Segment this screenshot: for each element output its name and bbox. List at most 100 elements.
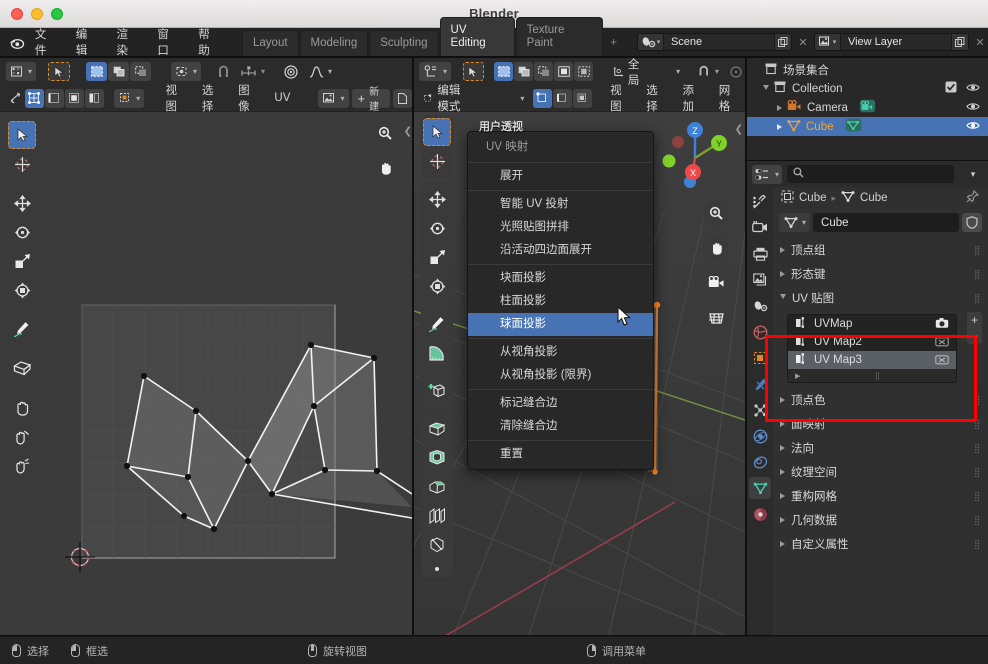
menu-file[interactable]: 文件	[26, 23, 67, 61]
panel-vertex-colors[interactable]: 顶点色 ⣿	[773, 387, 988, 411]
uv-sticky-selection-selector[interactable]: ▾	[114, 88, 145, 108]
uv-sidebar-toggle[interactable]: ❮	[404, 126, 412, 137]
viewport-tool-poly-build[interactable]	[423, 560, 451, 574]
vertex-select-icon[interactable]	[25, 88, 45, 108]
uv-tool-cursor[interactable]	[8, 150, 36, 178]
menu-item-follow-active-quads[interactable]: 沿活动四边面展开	[468, 239, 653, 262]
uv-map-row-2[interactable]: UV Map2	[788, 333, 956, 351]
select-new-icon[interactable]	[494, 62, 514, 81]
panel-normals[interactable]: 法向 ⣿	[773, 435, 988, 459]
select-extend-icon[interactable]	[514, 62, 534, 81]
viewport3d-menu-mesh[interactable]: 网格	[712, 80, 745, 116]
uv-tool-grab[interactable]	[8, 393, 36, 421]
island-select-icon[interactable]	[85, 88, 105, 108]
disclosure-triangle-icon[interactable]	[777, 104, 782, 111]
menu-render[interactable]: 渲染	[108, 23, 149, 61]
camera-data-icon[interactable]	[859, 99, 876, 116]
edge-select-icon[interactable]	[45, 88, 65, 108]
panel-geometry-data[interactable]: 几何数据 ⣿	[773, 507, 988, 531]
viewport3d-menu-select[interactable]: 选择	[639, 80, 672, 116]
select-extend-icon[interactable]	[108, 62, 130, 81]
panel-texture-space[interactable]: 纹理空间 ⣿	[773, 459, 988, 483]
menu-item-clear-seam[interactable]: 清除缝合边	[468, 415, 653, 438]
viewport-nav-gizmo[interactable]: Z Y X	[653, 116, 737, 200]
viewport3d-tweak-tool-button[interactable]	[462, 62, 484, 81]
menu-item-project-from-view-bounds[interactable]: 从视角投影 (限界)	[468, 364, 653, 387]
fake-user-button[interactable]	[962, 213, 982, 232]
uv-tool-pinch[interactable]	[8, 451, 36, 479]
uv-sync-selection-icon[interactable]	[6, 89, 25, 108]
viewport-tool-scale[interactable]	[423, 243, 451, 271]
properties-tab-viewlayer[interactable]	[749, 269, 771, 291]
uv-maps-list[interactable]: UVMap UV Map2 UV Map3 ▶ ⣿	[787, 314, 957, 383]
menu-edit[interactable]: 编辑	[67, 23, 108, 61]
outliner-row-cube[interactable]: Cube	[747, 117, 988, 136]
uv-tweak-tool-button[interactable]	[48, 62, 71, 81]
properties-tab-physics[interactable]	[749, 425, 771, 447]
viewport-tool-transform[interactable]	[423, 272, 451, 300]
uv-maps-list-footer[interactable]: ▶ ⣿	[788, 369, 956, 382]
uv-image-datablock-selector[interactable]: ▾	[318, 88, 349, 108]
uv-tool-move[interactable]	[8, 189, 36, 217]
menu-item-mark-seam[interactable]: 标记缝合边	[468, 392, 653, 415]
properties-tab-world[interactable]	[749, 321, 771, 343]
add-uv-map-button[interactable]: +	[967, 312, 982, 328]
properties-tab-object[interactable]	[749, 347, 771, 369]
uv-pivot-point-selector[interactable]: ▾	[171, 62, 202, 81]
menu-item-cube-projection[interactable]: 块面投影	[468, 267, 653, 290]
properties-search-input[interactable]	[787, 165, 954, 183]
uv-map-row-1[interactable]: UVMap	[788, 315, 956, 333]
outliner-row-collection[interactable]: Collection	[747, 79, 988, 98]
properties-tab-modifier[interactable]	[749, 373, 771, 395]
pin-icon[interactable]	[966, 189, 980, 206]
uv-mapping-context-menu[interactable]: UV 映射 展开 智能 UV 投射 光照贴图拼排 沿活动四边面展开 块面投影 柱…	[467, 131, 654, 470]
properties-tab-render[interactable]	[749, 217, 771, 239]
workspace-tab-sculpting[interactable]: Sculpting	[369, 30, 439, 56]
cube-visibility-eye-icon[interactable]	[966, 120, 980, 134]
select-subtract-icon[interactable]	[534, 62, 554, 81]
workspace-tab-add[interactable]: +	[604, 31, 623, 56]
select-subtract-icon[interactable]	[130, 62, 152, 81]
uv-open-image-button[interactable]	[393, 88, 412, 108]
unlink-scene-button[interactable]: ✕	[795, 33, 811, 51]
viewport-pan-button[interactable]	[703, 235, 729, 261]
viewport-tool-inset-faces[interactable]	[423, 444, 451, 472]
uv-tool-rip-region[interactable]	[8, 354, 36, 382]
edge-select-icon[interactable]	[552, 88, 572, 108]
uv-falloff-selector[interactable]: ▾	[304, 62, 336, 81]
expand-list-triangle-icon[interactable]: ▶	[795, 372, 800, 380]
viewport-camera-button[interactable]	[703, 270, 729, 296]
uv-map-render-camera-icon[interactable]	[935, 353, 949, 368]
camera-visibility-eye-icon[interactable]	[966, 101, 980, 115]
uv-menu-select[interactable]: 选择	[195, 80, 228, 116]
uv-editor-type-selector[interactable]: ▾	[6, 62, 37, 81]
remove-viewlayer-button[interactable]: ✕	[972, 33, 988, 51]
breadcrumb-data-label[interactable]: Cube	[860, 192, 888, 204]
workspace-tab-modeling[interactable]: Modeling	[299, 30, 369, 56]
uv-zoom-button[interactable]	[372, 120, 398, 146]
remove-uv-map-button[interactable]: −	[967, 328, 982, 344]
mesh-data-icon[interactable]	[845, 118, 862, 135]
uv-tool-scale[interactable]	[8, 247, 36, 275]
menu-help[interactable]: 帮助	[189, 23, 230, 61]
viewlayer-datablock[interactable]: ▾ View Layer	[813, 33, 969, 51]
viewport-tool-bevel[interactable]	[423, 473, 451, 501]
select-intersect-icon[interactable]	[574, 62, 594, 81]
viewport3d-menu-add[interactable]: 添加	[676, 80, 709, 116]
panel-remesh[interactable]: 重构网格 ⣿	[773, 483, 988, 507]
menu-item-unwrap[interactable]: 展开	[468, 165, 653, 188]
properties-editor-type-selector[interactable]: ▾	[752, 164, 783, 184]
face-select-icon[interactable]	[65, 88, 85, 108]
viewport3d-mode-selector[interactable]: 编辑模式 ▾	[419, 85, 528, 113]
workspace-tab-layout[interactable]: Layout	[242, 30, 299, 56]
viewport-orthographic-button[interactable]	[703, 305, 729, 331]
uv-snap-target-selector[interactable]: ▾	[236, 62, 269, 81]
new-viewlayer-button[interactable]	[950, 34, 968, 50]
viewport3d-menu-view[interactable]: 视图	[603, 80, 636, 116]
scene-datablock[interactable]: ▾ Scene	[636, 33, 792, 51]
panel-face-maps[interactable]: 面映射 ⣿	[773, 411, 988, 435]
menu-window[interactable]: 窗口	[148, 23, 189, 61]
panel-uv-maps[interactable]: UV 贴图 ⣿	[773, 285, 988, 309]
select-new-icon[interactable]	[86, 62, 108, 81]
uv-pan-button[interactable]	[372, 155, 398, 181]
